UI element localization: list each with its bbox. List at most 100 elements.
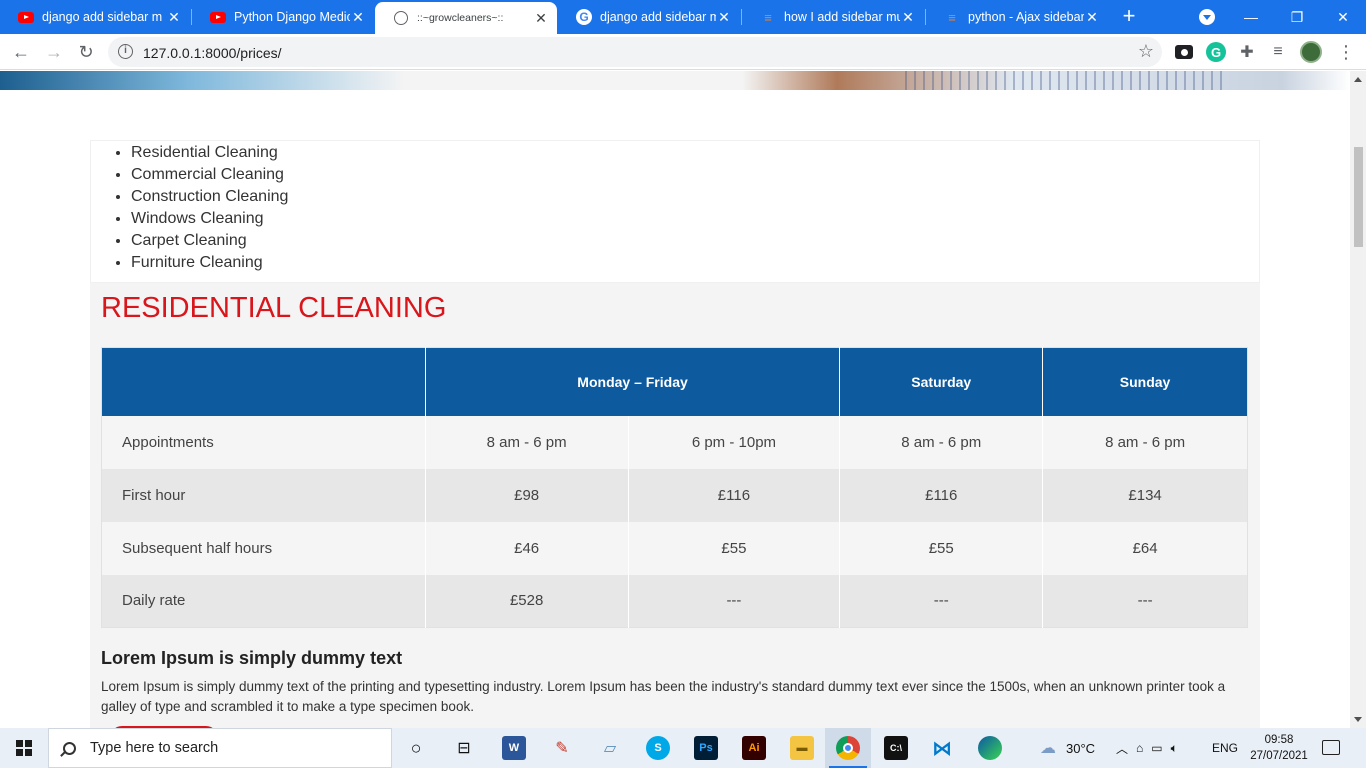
menu-kebab-icon[interactable]: ⋮ [1336,42,1356,62]
table-header-empty [101,347,426,416]
table-cell: £64 [1042,521,1248,575]
row-label: First hour [101,468,426,522]
close-icon[interactable]: ✕ [900,9,916,26]
task-view-icon[interactable]: ⊟ [452,736,476,760]
table-row: Appointments 8 am - 6 pm 6 pm - 10pm 8 a… [101,415,1248,469]
grammarly-icon[interactable]: G [1206,42,1226,62]
forward-icon[interactable]: → [40,38,68,66]
section-title: RESIDENTIAL CLEANING [101,292,447,324]
close-icon[interactable]: ✕ [533,10,549,27]
clock-date: 27/07/2021 [1250,750,1308,762]
close-icon[interactable]: ✕ [350,9,366,26]
service-item-windows[interactable]: Windows Cleaning [131,208,288,230]
weather-temp: 30°C [1066,740,1096,756]
window-close-icon[interactable]: ✕ [1320,0,1366,34]
file-explorer-icon[interactable]: ▬ [790,736,814,760]
table-cell: £116 [839,468,1043,522]
taskbar-search-box[interactable]: Type here to search [48,728,392,768]
tab-1[interactable]: django add sidebar m ✕ [0,0,190,34]
google-icon: G [576,9,592,25]
table-header-weekdays: Monday – Friday [424,347,840,416]
reload-icon[interactable]: ↻ [72,38,100,66]
tab-search-icon[interactable] [1199,9,1215,25]
clock[interactable]: 09:58 27/07/2021 [1244,732,1314,764]
language-indicator[interactable]: ENG [1212,728,1238,768]
chevron-up-icon[interactable]: ︿ [1116,740,1128,757]
system-tray-icons: ︿ ⌂ ▭ 🔈︎ [1116,728,1178,768]
table-header-sunday: Sunday [1042,347,1248,416]
back-icon[interactable]: ← [7,38,35,66]
tab-title: Python Django Medica [234,10,350,24]
notepad-icon[interactable]: ▱ [598,736,622,760]
weather-widget[interactable]: ☁ 30°C [1040,728,1095,768]
table-cell: £528 [424,574,629,628]
tab-title: django add sidebar m [600,10,716,24]
tab-title: django add sidebar m [42,10,163,24]
media-control-icon[interactable]: ≡ [1268,42,1288,62]
address-bar[interactable]: i 127.0.0.1:8000/prices/ ☆ [108,37,1162,67]
table-cell: £46 [424,521,629,575]
new-tab-button[interactable]: + [1118,5,1140,29]
page-scrollbar[interactable] [1350,71,1366,728]
scrollbar-thumb[interactable] [1354,147,1363,247]
scroll-up-arrow-icon[interactable] [1354,77,1362,82]
row-label: Daily rate [101,574,426,628]
url-text[interactable]: 127.0.0.1:8000/prices/ [143,45,282,61]
table-row: Daily rate £528 --- --- --- [101,574,1248,628]
table-cell: £55 [839,521,1043,575]
volume-icon[interactable]: 🔈︎ [1171,741,1178,756]
illustrator-icon[interactable]: Ai [742,736,766,760]
close-icon[interactable]: ✕ [716,9,732,26]
word-icon[interactable]: W [502,736,526,760]
search-icon [63,741,76,755]
scroll-down-arrow-icon[interactable] [1354,717,1362,722]
tab-strip: django add sidebar m ✕ Python Django Med… [0,0,1366,34]
service-item-furniture[interactable]: Furniture Cleaning [131,252,288,274]
camera-extension-icon[interactable] [1175,45,1193,59]
battery-icon[interactable]: ▭ [1151,741,1162,755]
network-icon[interactable]: ⌂ [1136,741,1143,755]
tab-4[interactable]: G django add sidebar m ✕ [558,0,740,34]
services-sidebar: Residential Cleaning Commercial Cleaning… [90,140,1260,283]
service-item-commercial[interactable]: Commercial Cleaning [131,164,288,186]
bookmark-star-icon[interactable]: ☆ [1138,41,1154,62]
windows-logo-icon [16,740,32,756]
skype-icon[interactable]: S [646,736,670,760]
restore-icon[interactable]: ❐ [1274,0,1320,34]
paint-icon[interactable]: ✎ [550,736,574,760]
site-info-icon[interactable]: i [118,44,133,59]
terminal-icon[interactable]: C:\ [884,736,908,760]
tab-title: python - Ajax sidebar [968,10,1084,24]
table-cell: £98 [424,468,629,522]
notification-icon[interactable] [1322,740,1340,755]
profile-avatar[interactable] [1300,41,1322,63]
tab-active[interactable]: ::~growcleaners~:: ✕ [375,2,557,34]
extensions-puzzle-icon[interactable]: ✚ [1237,42,1257,62]
edge-icon[interactable] [978,736,1002,760]
hero-banner-image [0,71,1350,90]
chrome-icon[interactable] [836,736,860,760]
photoshop-icon[interactable]: Ps [694,736,718,760]
close-icon[interactable]: ✕ [166,9,182,26]
close-icon[interactable]: ✕ [1084,9,1100,26]
tab-6[interactable]: ≡ python - Ajax sidebar ✕ [926,0,1108,34]
table-header-row: Monday – Friday Saturday Sunday [101,347,1248,416]
service-item-carpet[interactable]: Carpet Cleaning [131,230,288,252]
table-cell: --- [627,574,840,628]
row-label: Subsequent half hours [101,521,426,575]
service-item-residential[interactable]: Residential Cleaning [131,142,288,164]
minimize-icon[interactable]: — [1228,0,1274,34]
clock-time: 09:58 [1264,734,1294,746]
cortana-icon[interactable]: ○ [404,736,428,760]
cloud-icon: ☁ [1040,740,1056,757]
youtube-icon [18,9,34,25]
stackoverflow-icon: ≡ [764,9,772,25]
start-button[interactable] [0,728,48,768]
globe-icon [393,10,409,26]
table-cell: £134 [1042,468,1248,522]
vscode-icon[interactable]: ⋈ [930,736,954,760]
tab-5[interactable]: ≡ how I add sidebar mul ✕ [742,0,924,34]
tab-title: ::~growcleaners~:: [417,12,504,24]
tab-2[interactable]: Python Django Medica ✕ [192,0,374,34]
service-item-construction[interactable]: Construction Cleaning [131,186,288,208]
